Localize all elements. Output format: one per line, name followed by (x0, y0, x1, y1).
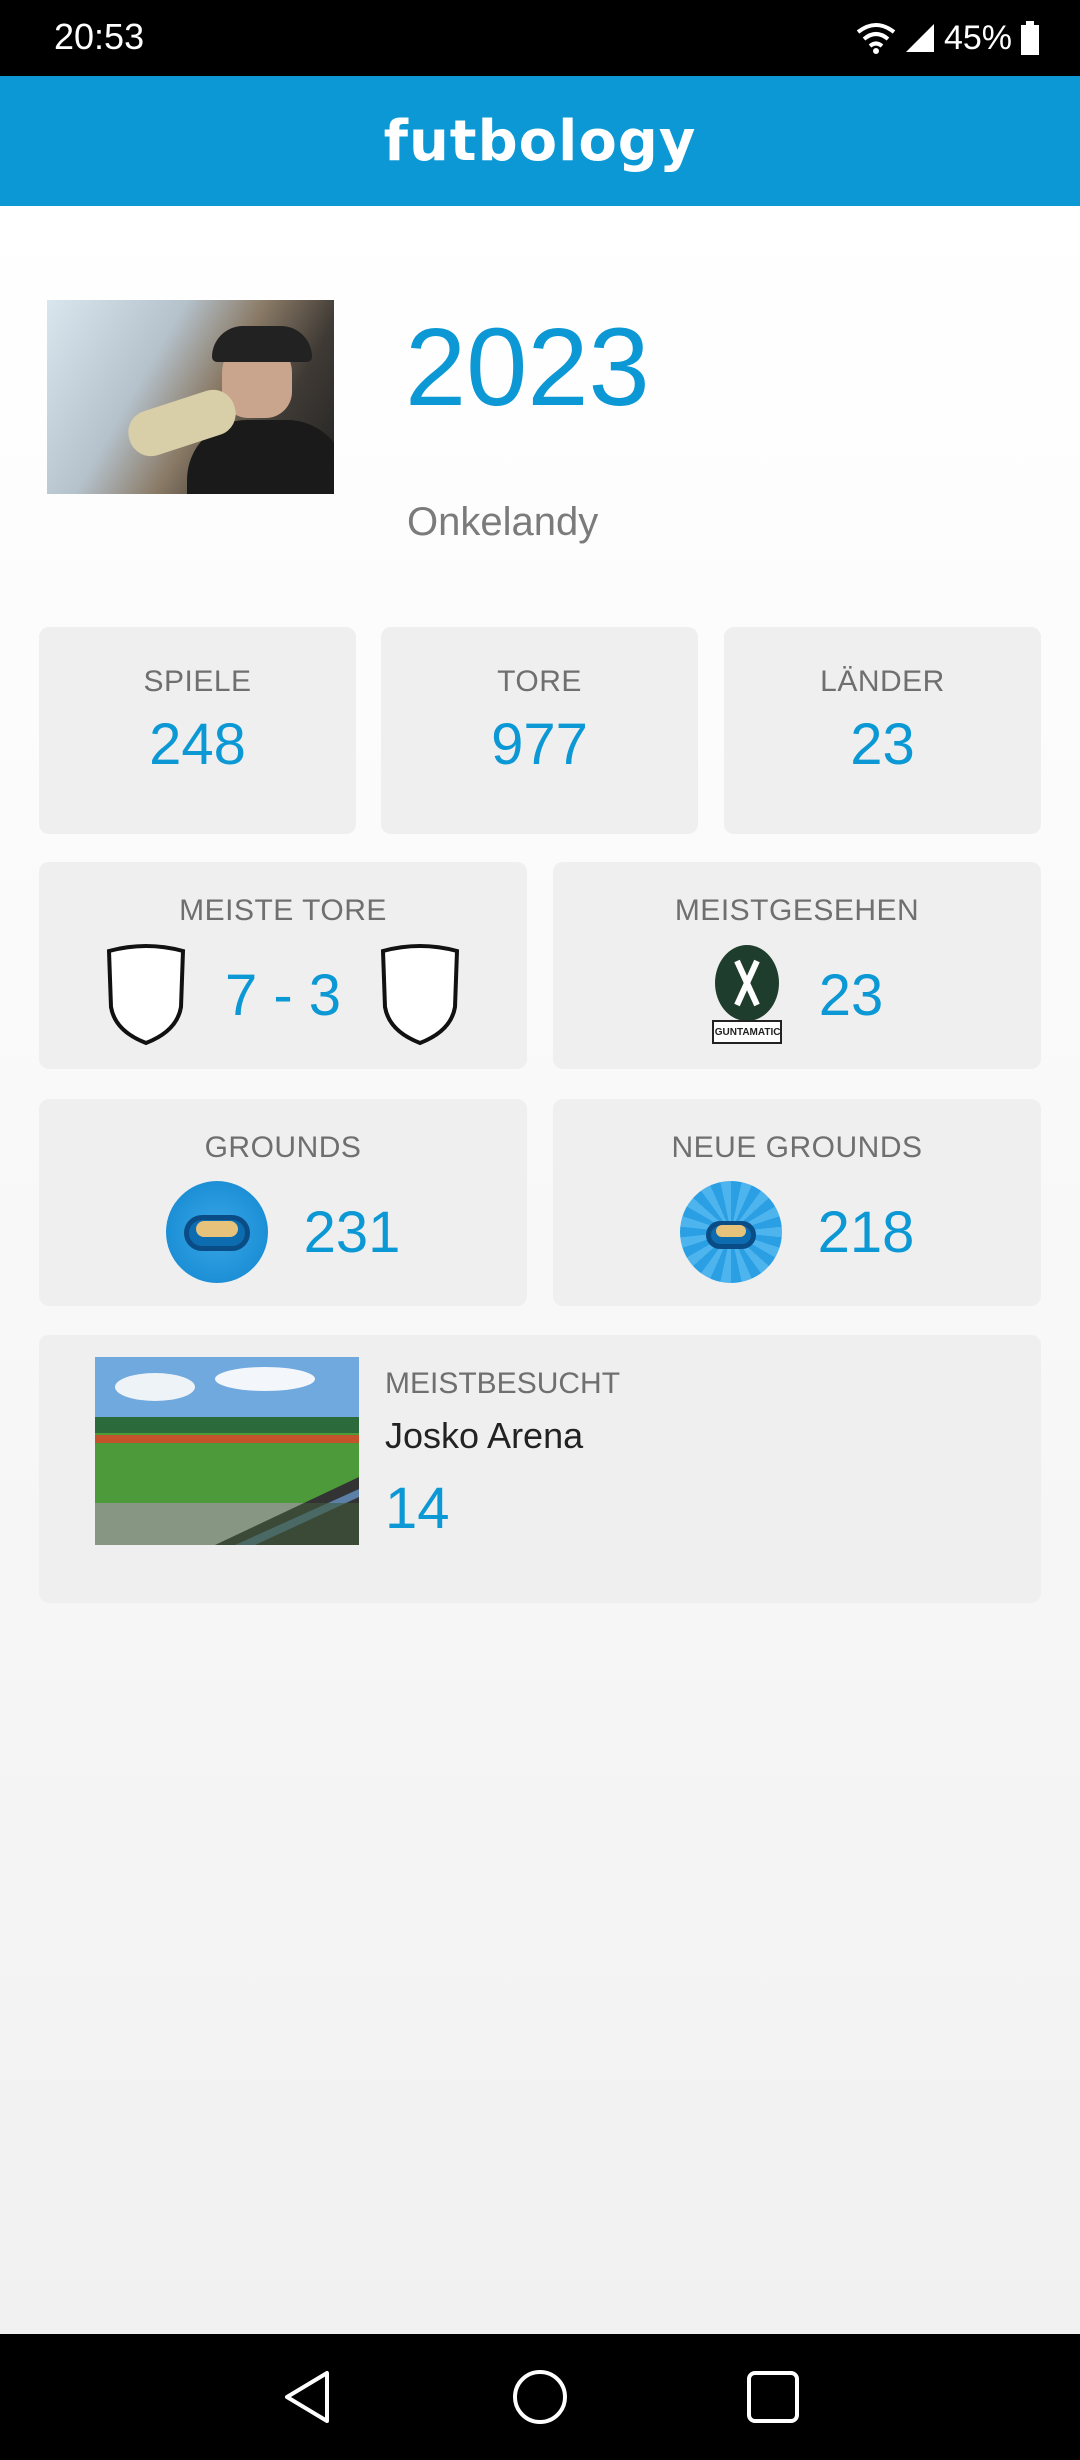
venue-photo (95, 1357, 359, 1545)
card-meiste-tore[interactable]: MEISTE TORE 7 - 3 (39, 862, 527, 1069)
app-logo: futbology (383, 108, 697, 174)
club-sponsor-text: GUNTAMATIC (714, 1027, 781, 1038)
card-value: 977 (491, 712, 588, 777)
card-tore[interactable]: TORE 977 (381, 627, 698, 834)
card-value: 248 (149, 712, 246, 777)
card-label: TORE (497, 665, 582, 698)
battery-percent: 45% (943, 18, 1012, 57)
club-logo-icon: GUNTAMATIC (711, 943, 783, 1047)
back-triangle-icon (284, 2371, 329, 2423)
wifi-icon (856, 23, 896, 54)
home-team-shield-icon (106, 944, 186, 1046)
match-score: 7 - 3 (224, 962, 342, 1028)
card-label: GROUNDS (204, 1131, 362, 1164)
grounds-count: 231 (303, 1199, 401, 1265)
year-summary: 2023 Onkelandy SPIELE 248 TORE 977 LÄNDE… (0, 206, 1080, 2334)
card-label: MEISTE TORE (179, 894, 387, 927)
recents-square-icon (747, 2371, 800, 2423)
status-bar: 20:53 45% (0, 0, 1080, 76)
visit-count: 14 (385, 1476, 450, 1541)
new-grounds-count: 218 (817, 1199, 915, 1265)
card-grounds[interactable]: GROUNDS 231 (39, 1099, 527, 1306)
recents-button[interactable] (738, 2362, 808, 2432)
signal-icon (905, 24, 934, 52)
profile-photo (47, 300, 334, 494)
back-button[interactable] (272, 2362, 342, 2432)
status-icons: 45% (856, 14, 1040, 62)
home-button[interactable] (505, 2362, 575, 2432)
away-team-shield-icon (380, 944, 460, 1046)
app-bar: futbology (0, 76, 1080, 206)
card-meistgesehen[interactable]: MEISTGESEHEN GUNTAMATIC 23 (553, 862, 1041, 1069)
card-meistbesucht[interactable]: MEISTBESUCHT Josko Arena 14 (39, 1335, 1041, 1603)
new-stadium-icon (679, 1181, 782, 1283)
stadium-icon (165, 1181, 268, 1283)
year-title: 2023 (405, 306, 650, 429)
card-label: LÄNDER (820, 665, 945, 698)
card-label: MEISTGESEHEN (674, 894, 920, 927)
venue-name[interactable]: Josko Arena (385, 1415, 583, 1457)
card-label: NEUE GROUNDS (671, 1131, 923, 1164)
most-visited-label: MEISTBESUCHT (385, 1367, 621, 1400)
home-circle-icon (512, 2370, 567, 2424)
card-value: 23 (850, 712, 915, 777)
status-time: 20:53 (54, 16, 145, 57)
most-seen-count: 23 (818, 962, 884, 1028)
card-laender[interactable]: LÄNDER 23 (724, 627, 1041, 834)
username[interactable]: Onkelandy (407, 500, 598, 545)
card-label: SPIELE (143, 665, 252, 698)
battery-icon (1021, 21, 1039, 55)
card-spiele[interactable]: SPIELE 248 (39, 627, 356, 834)
card-neue-grounds[interactable]: NEUE GROUNDS 218 (553, 1099, 1041, 1306)
system-nav-bar (0, 2334, 1080, 2460)
